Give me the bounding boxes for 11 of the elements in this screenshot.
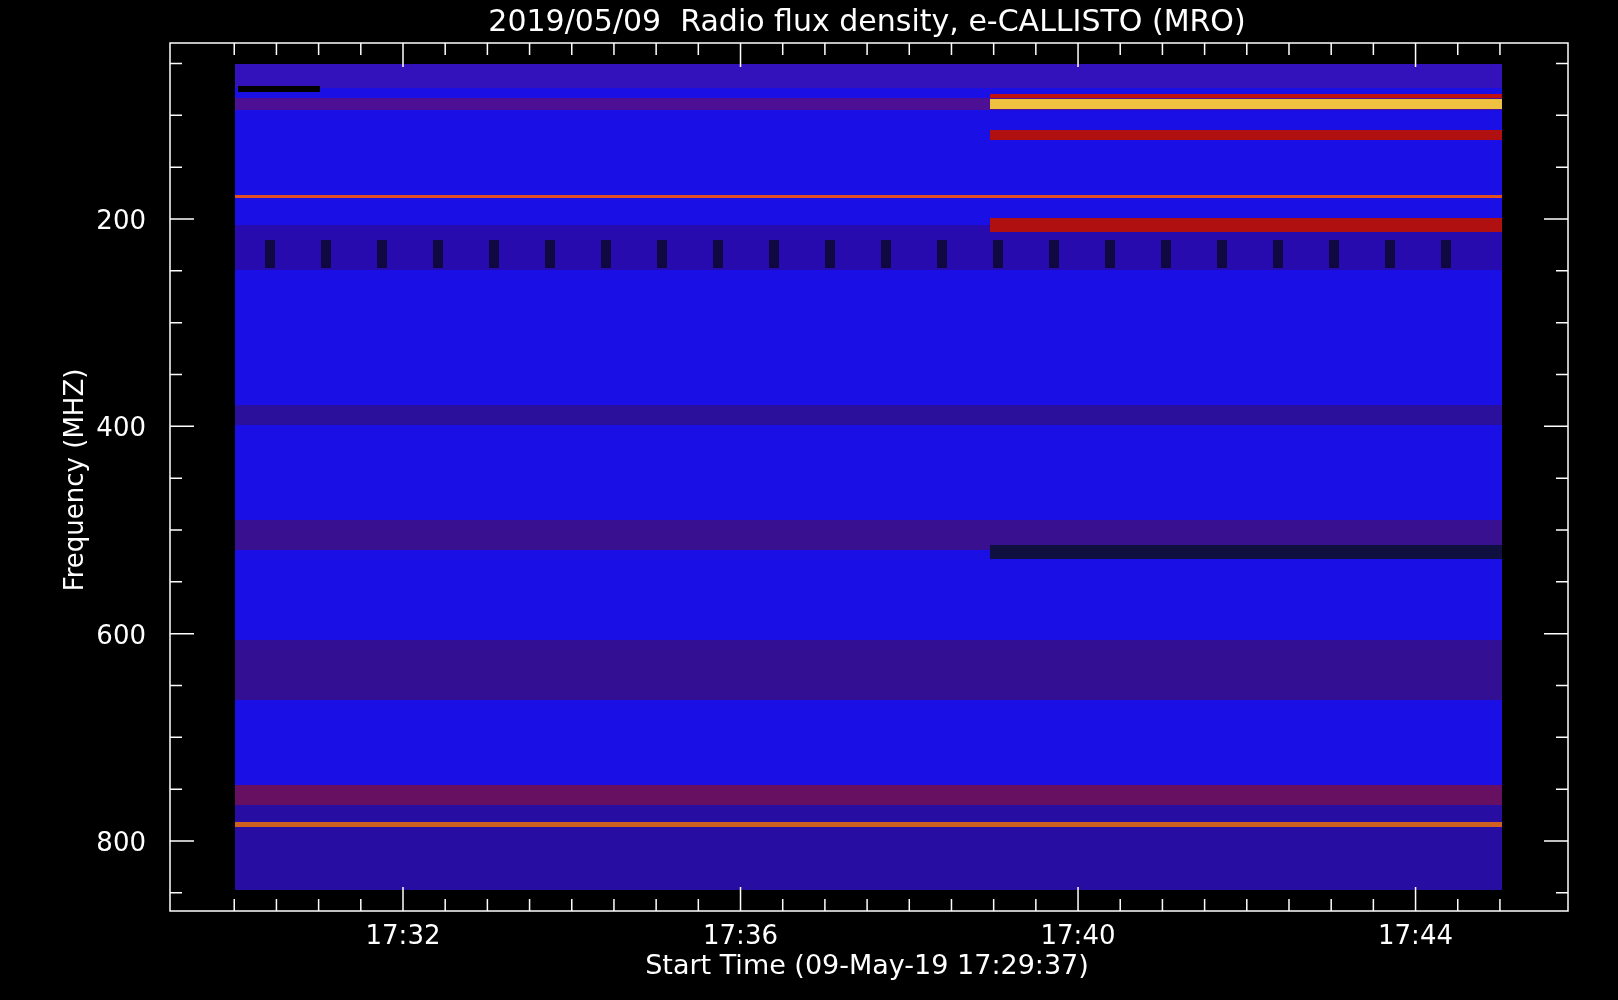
y-axis-label: Frequency (MHZ) [59,368,89,592]
x-tick-label: 17:40 [1040,920,1116,950]
y-tick-label: 200 [96,205,146,235]
x-tick-label: 17:36 [703,920,778,950]
y-tick-label: 400 [96,412,146,443]
x-tick-label: 17:32 [365,920,441,950]
x-axis-label: Start Time (09-May-19 17:29:37) [645,949,1089,980]
y-tick-label: 600 [96,619,146,650]
chart-title: 2019/05/09 Radio flux density, e-CALLISTO (MRO) [488,3,1246,38]
y-tick-label: 800 [96,827,146,857]
x-tick-label: 17:44 [1378,920,1453,950]
